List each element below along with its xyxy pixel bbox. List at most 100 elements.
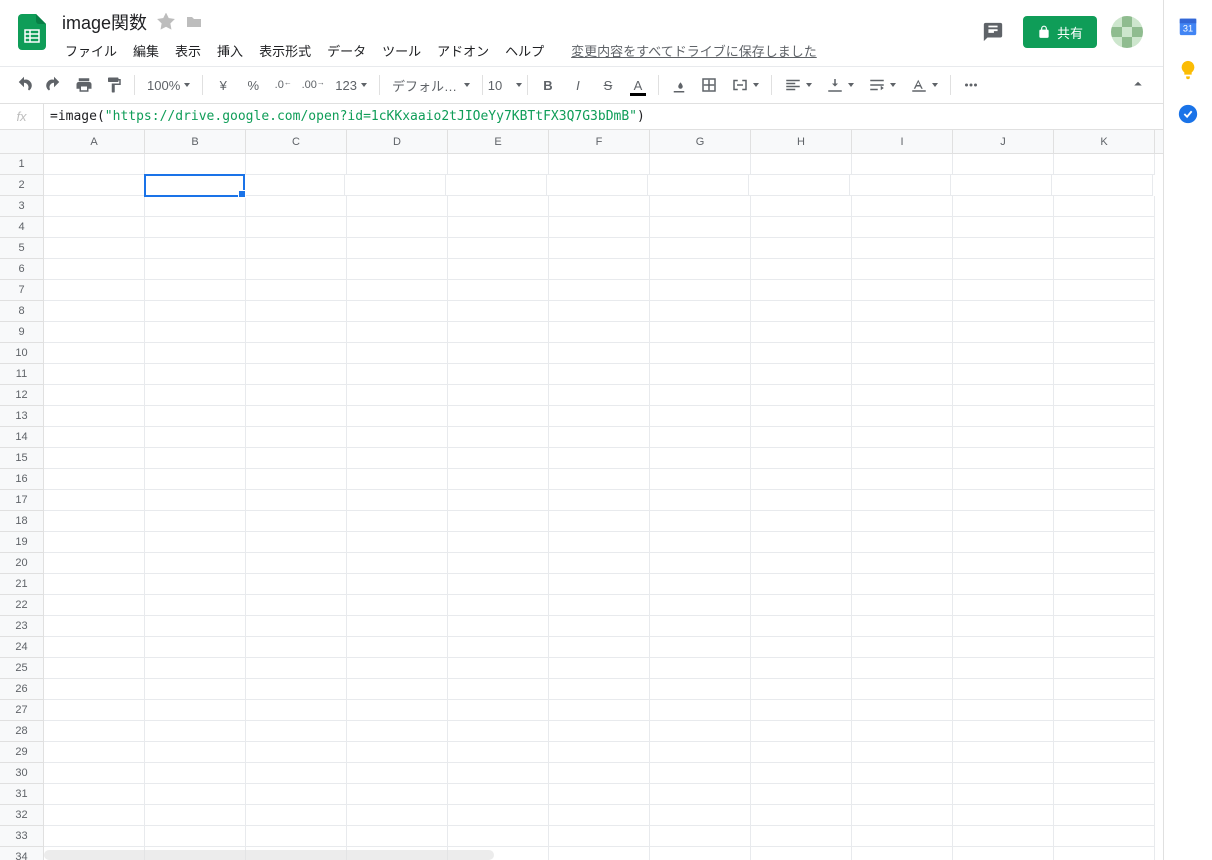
cell[interactable] [145, 406, 246, 427]
menu-tools[interactable]: ツール [375, 37, 428, 64]
cell[interactable] [1054, 238, 1155, 259]
cell[interactable] [448, 532, 549, 553]
row-header[interactable]: 22 [0, 595, 44, 616]
cell[interactable] [246, 427, 347, 448]
cell[interactable] [1054, 679, 1155, 700]
cell[interactable] [448, 700, 549, 721]
cell[interactable] [347, 616, 448, 637]
cell[interactable] [549, 322, 650, 343]
row-header[interactable]: 21 [0, 574, 44, 595]
cell[interactable] [852, 595, 953, 616]
cell[interactable] [953, 847, 1054, 860]
cell[interactable] [448, 406, 549, 427]
cell[interactable] [246, 364, 347, 385]
cell[interactable] [1054, 406, 1155, 427]
cell[interactable] [953, 532, 1054, 553]
redo-button[interactable] [40, 71, 68, 99]
cell[interactable] [751, 385, 852, 406]
cell[interactable] [751, 217, 852, 238]
cell[interactable] [650, 511, 751, 532]
cell[interactable] [549, 154, 650, 175]
cell[interactable] [1054, 553, 1155, 574]
font-dropdown[interactable]: デフォルト… [386, 71, 476, 99]
cell[interactable] [145, 721, 246, 742]
row-header[interactable]: 7 [0, 280, 44, 301]
cell[interactable] [1054, 301, 1155, 322]
cell[interactable] [549, 763, 650, 784]
cell[interactable] [448, 679, 549, 700]
cell[interactable] [44, 784, 145, 805]
cell[interactable] [144, 174, 245, 197]
cell[interactable] [1054, 448, 1155, 469]
cell[interactable] [44, 742, 145, 763]
cell[interactable] [145, 595, 246, 616]
cell[interactable] [448, 721, 549, 742]
cell[interactable] [549, 721, 650, 742]
cell[interactable] [951, 175, 1052, 196]
cell[interactable] [751, 532, 852, 553]
cell[interactable] [448, 805, 549, 826]
cell[interactable] [650, 322, 751, 343]
cell[interactable] [44, 595, 145, 616]
cell[interactable] [852, 427, 953, 448]
cell[interactable] [347, 364, 448, 385]
increase-decimal-button[interactable]: .00→ [299, 71, 327, 99]
row-header[interactable]: 15 [0, 448, 44, 469]
cell[interactable] [347, 511, 448, 532]
cell[interactable] [347, 448, 448, 469]
cell[interactable] [953, 364, 1054, 385]
cell[interactable] [44, 196, 145, 217]
column-header[interactable]: K [1054, 130, 1155, 153]
cell[interactable] [44, 154, 145, 175]
cell[interactable] [448, 364, 549, 385]
cell[interactable] [44, 427, 145, 448]
cell[interactable] [650, 826, 751, 847]
cell[interactable] [751, 154, 852, 175]
cell[interactable] [650, 574, 751, 595]
cell[interactable] [44, 805, 145, 826]
row-header[interactable]: 34 [0, 847, 44, 860]
cell[interactable] [1054, 574, 1155, 595]
cell[interactable] [448, 196, 549, 217]
cell[interactable] [953, 427, 1054, 448]
cell[interactable] [650, 553, 751, 574]
fill-color-button[interactable] [665, 71, 693, 99]
percent-button[interactable]: % [239, 71, 267, 99]
cell[interactable] [347, 826, 448, 847]
column-header[interactable]: H [751, 130, 852, 153]
cell[interactable] [650, 805, 751, 826]
cell[interactable] [448, 616, 549, 637]
row-header[interactable]: 4 [0, 217, 44, 238]
cell[interactable] [347, 742, 448, 763]
cell[interactable] [246, 742, 347, 763]
column-header[interactable]: B [145, 130, 246, 153]
cell[interactable] [44, 637, 145, 658]
formula-input[interactable]: =image("https://drive.google.com/open?id… [44, 109, 1163, 124]
cell[interactable] [852, 217, 953, 238]
cell[interactable] [448, 595, 549, 616]
cell[interactable] [145, 700, 246, 721]
cell[interactable] [650, 217, 751, 238]
document-title[interactable]: image関数 [62, 9, 147, 35]
row-header[interactable]: 3 [0, 196, 44, 217]
cell[interactable] [751, 847, 852, 860]
cell[interactable] [347, 238, 448, 259]
cell[interactable] [953, 280, 1054, 301]
cell[interactable] [650, 469, 751, 490]
cell[interactable] [1054, 826, 1155, 847]
cell[interactable] [650, 595, 751, 616]
comments-button[interactable] [977, 16, 1009, 48]
cell[interactable] [145, 343, 246, 364]
row-header[interactable]: 6 [0, 259, 44, 280]
more-toolbar-button[interactable] [957, 71, 985, 99]
cell[interactable] [44, 574, 145, 595]
cell[interactable] [852, 280, 953, 301]
undo-button[interactable] [10, 71, 38, 99]
cell[interactable] [852, 826, 953, 847]
cell[interactable] [448, 469, 549, 490]
cell[interactable] [549, 469, 650, 490]
cell[interactable] [852, 343, 953, 364]
cell[interactable] [145, 322, 246, 343]
cell[interactable] [448, 826, 549, 847]
cell[interactable] [246, 826, 347, 847]
